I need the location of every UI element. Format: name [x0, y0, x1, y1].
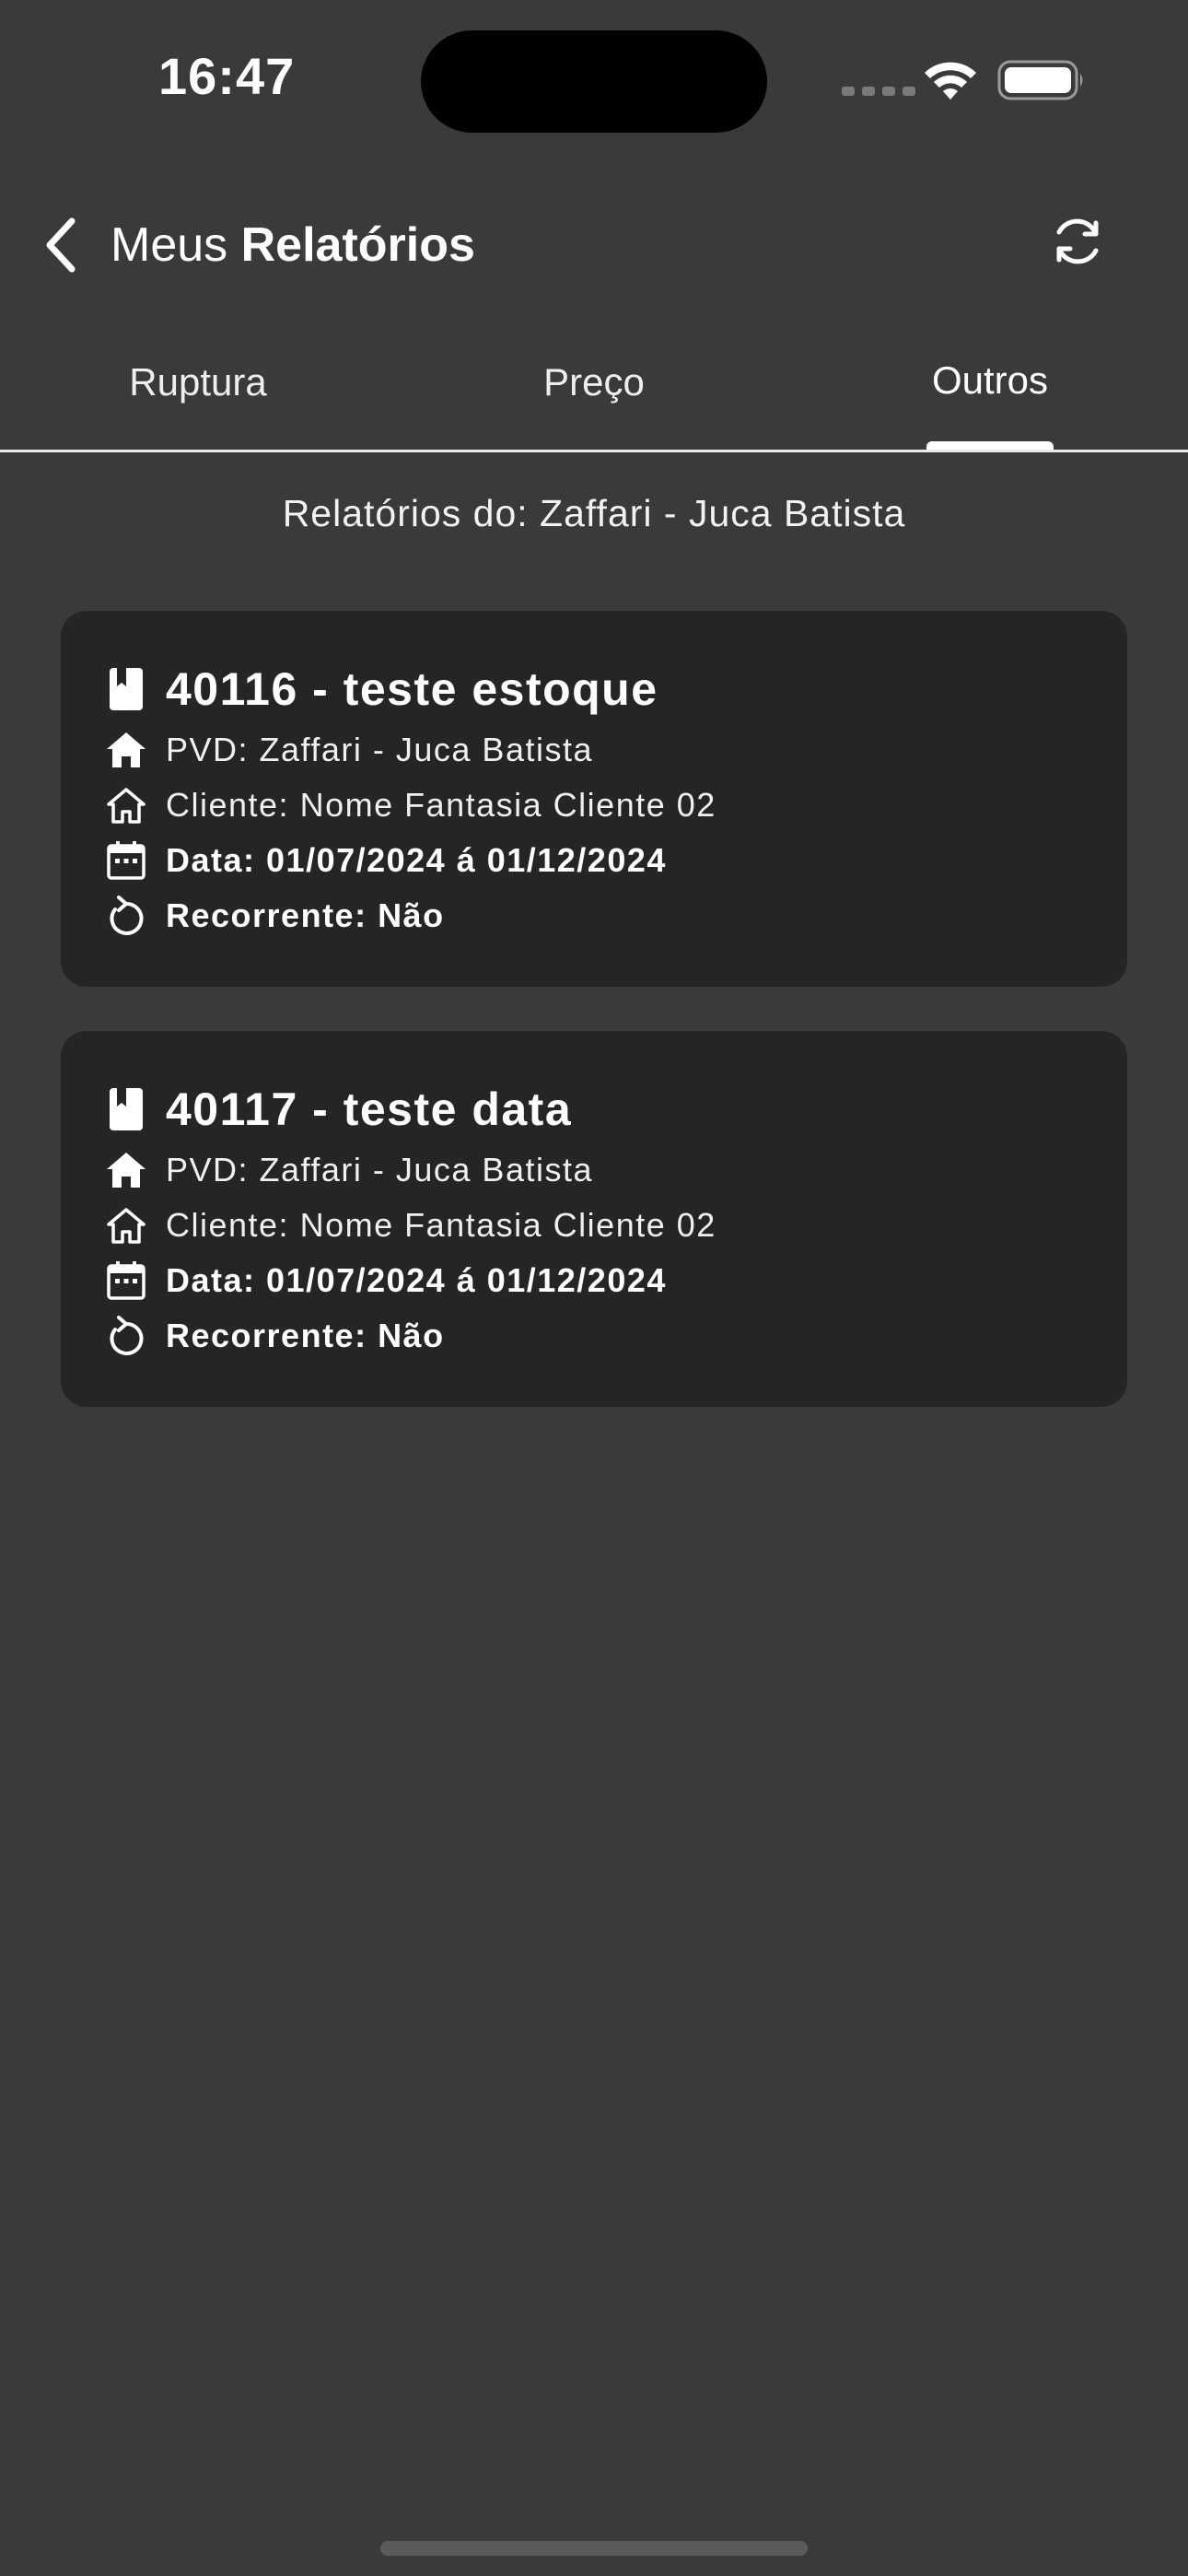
report-title: 40116 - teste estoque [166, 663, 658, 715]
book-icon [105, 665, 147, 713]
page-title-bold: Relatórios [240, 218, 475, 272]
calendar-icon [105, 839, 147, 882]
calendar-icon [105, 1259, 147, 1302]
report-date-range: Data: 01/07/2024 á 01/12/2024 [166, 841, 667, 879]
tab-ruptura[interactable]: Ruptura [0, 341, 396, 450]
report-title: 40117 - teste data [166, 1083, 573, 1135]
report-recurrent: Recorrente: Não [166, 1317, 445, 1354]
wifi-icon [925, 62, 976, 100]
store-icon [105, 729, 147, 771]
report-cliente: Cliente: Nome Fantasia Cliente 02 [166, 1206, 716, 1244]
page-title: Meus Relatórios [111, 210, 475, 280]
battery-icon [997, 60, 1083, 100]
recurrence-icon [105, 895, 147, 937]
status-time: 16:47 [158, 47, 296, 105]
store-icon [105, 1149, 147, 1191]
report-pvd: PVD: Zaffari - Juca Batista [166, 1151, 593, 1188]
tab-preco[interactable]: Preço [396, 341, 792, 450]
report-card[interactable]: 40117 - teste data PVD: Zaffari - Juca B… [61, 1031, 1127, 1407]
report-cliente: Cliente: Nome Fantasia Cliente 02 [166, 786, 716, 824]
book-icon [105, 1085, 147, 1133]
nav-header: Meus Relatórios [0, 184, 1188, 304]
tab-outros[interactable]: Outros [792, 341, 1188, 450]
dynamic-island [421, 30, 767, 133]
page-title-prefix: Meus [111, 218, 228, 272]
refresh-icon [1056, 218, 1099, 264]
tab-bar: Ruptura Preço Outros [0, 341, 1188, 452]
home-outline-icon [105, 1204, 147, 1247]
report-card[interactable]: 40116 - teste estoque PVD: Zaffari - Juc… [61, 611, 1127, 987]
tab-outros-label: Outros [931, 358, 1049, 402]
home-outline-icon [105, 784, 147, 826]
recurrence-icon [105, 1315, 147, 1357]
report-pvd: PVD: Zaffari - Juca Batista [166, 731, 593, 768]
report-recurrent: Recorrente: Não [166, 896, 445, 934]
back-button[interactable] [33, 210, 88, 280]
home-indicator[interactable] [380, 2541, 808, 2556]
refresh-button[interactable] [1042, 206, 1112, 276]
reports-subtitle: Relatórios do: Zaffari - Juca Batista [282, 492, 906, 534]
status-bar: 16:47 [0, 0, 1188, 157]
chevron-left-icon [46, 217, 76, 273]
report-date-range: Data: 01/07/2024 á 01/12/2024 [166, 1261, 667, 1299]
active-tab-indicator [926, 441, 1054, 450]
cellular-signal-icon [842, 87, 915, 96]
